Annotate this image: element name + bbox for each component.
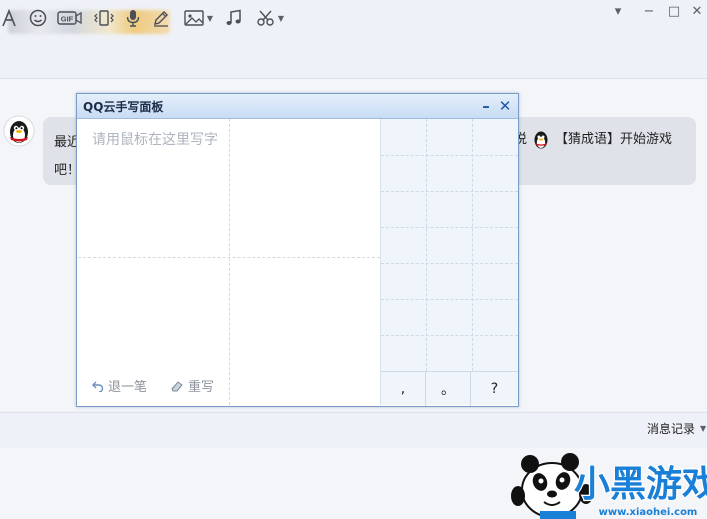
chevron-down-icon: ▾ xyxy=(614,3,622,19)
close-button[interactable]: ✕ xyxy=(686,2,707,20)
screenshot-button[interactable]: ▼ xyxy=(254,8,286,28)
site-watermark-logo: 小黑游戏 www.xiaohei.com xyxy=(511,453,707,519)
grid-divider xyxy=(381,299,518,300)
grid-divider xyxy=(426,119,427,371)
punct-period-button[interactable]: 。 xyxy=(426,372,471,406)
handwriting-panel-title: QQ云手写面板 xyxy=(83,100,164,114)
undo-stroke-button[interactable]: 退一笔 xyxy=(92,376,147,395)
input-toolbar xyxy=(0,412,707,449)
microphone-icon xyxy=(126,10,140,27)
handwriting-panel: QQ云手写面板 – ✕ 请用鼠标在这里写字 退一笔 重写 , 。 ? xyxy=(76,93,519,407)
message-history-button[interactable]: 消息记录 ▼ xyxy=(647,420,706,437)
panel-minimize-button[interactable]: – xyxy=(477,96,495,116)
grid-divider xyxy=(381,191,518,192)
minimize-icon: – xyxy=(482,97,490,115)
undo-label: 退一笔 xyxy=(108,380,148,395)
candidate-area: , 。 ? xyxy=(380,119,518,406)
rewrite-label: 重写 xyxy=(188,380,215,395)
vibrate-icon xyxy=(94,10,114,26)
eraser-icon xyxy=(171,380,183,391)
grid-divider xyxy=(381,155,518,156)
image-button[interactable]: ▼ xyxy=(181,8,215,28)
close-icon: ✕ xyxy=(498,97,512,115)
handwriting-panel-header[interactable]: QQ云手写面板 – ✕ xyxy=(77,94,518,119)
grid-divider xyxy=(381,263,518,264)
maximize-icon: □ xyxy=(667,3,681,19)
handwriting-button[interactable] xyxy=(151,8,171,28)
watermark-url: www.xiaohei.com xyxy=(599,507,698,518)
font-icon xyxy=(2,9,16,27)
sender-avatar[interactable] xyxy=(3,115,35,147)
message-text-right: 说 【猜成语】开始游戏 xyxy=(514,129,672,151)
grid-divider xyxy=(472,119,473,371)
punctuation-row: , 。 ? xyxy=(381,371,518,406)
rewrite-button[interactable]: 重写 xyxy=(170,376,214,395)
image-icon xyxy=(184,10,204,26)
dropdown-button[interactable]: ▾ xyxy=(607,2,629,20)
undo-icon xyxy=(92,381,104,392)
candidate-grid[interactable] xyxy=(381,119,518,371)
music-button[interactable] xyxy=(224,8,244,28)
grid-divider xyxy=(381,335,518,336)
message-game-text: 【猜成语】开始游戏 xyxy=(555,132,673,147)
chevron-down-icon: ▼ xyxy=(277,13,285,23)
voice-button[interactable] xyxy=(124,8,142,28)
minimize-icon: − xyxy=(643,3,655,19)
history-label: 消息记录 xyxy=(647,422,696,436)
penguin-emoji-icon xyxy=(534,131,548,149)
scissors-icon xyxy=(257,10,274,26)
grid-divider xyxy=(229,119,230,405)
grid-divider xyxy=(78,257,380,258)
font-button[interactable] xyxy=(0,8,18,28)
minimize-button[interactable]: − xyxy=(638,2,660,20)
pen-icon xyxy=(154,11,168,27)
gif-button[interactable]: GIF xyxy=(57,8,83,28)
emoji-icon xyxy=(29,9,47,27)
punct-question-button[interactable]: ? xyxy=(471,372,518,406)
handwriting-canvas[interactable]: 请用鼠标在这里写字 退一笔 重写 xyxy=(78,119,380,405)
punct-comma-button[interactable]: , xyxy=(381,372,426,406)
watermark-brand: 小黑游戏 xyxy=(574,464,707,505)
close-icon: ✕ xyxy=(691,3,703,19)
handwriting-placeholder: 请用鼠标在这里写字 xyxy=(92,132,218,148)
panel-close-button[interactable]: ✕ xyxy=(496,96,514,116)
music-icon xyxy=(226,9,241,25)
gif-icon: GIF xyxy=(57,11,82,25)
maximize-button[interactable]: □ xyxy=(663,2,685,20)
emoji-button[interactable] xyxy=(28,8,48,28)
grid-divider xyxy=(381,227,518,228)
svg-text:GIF: GIF xyxy=(61,15,74,24)
chevron-down-icon: ▼ xyxy=(206,13,214,23)
vibrate-button[interactable] xyxy=(93,8,115,28)
chevron-down-icon: ▼ xyxy=(700,424,707,433)
